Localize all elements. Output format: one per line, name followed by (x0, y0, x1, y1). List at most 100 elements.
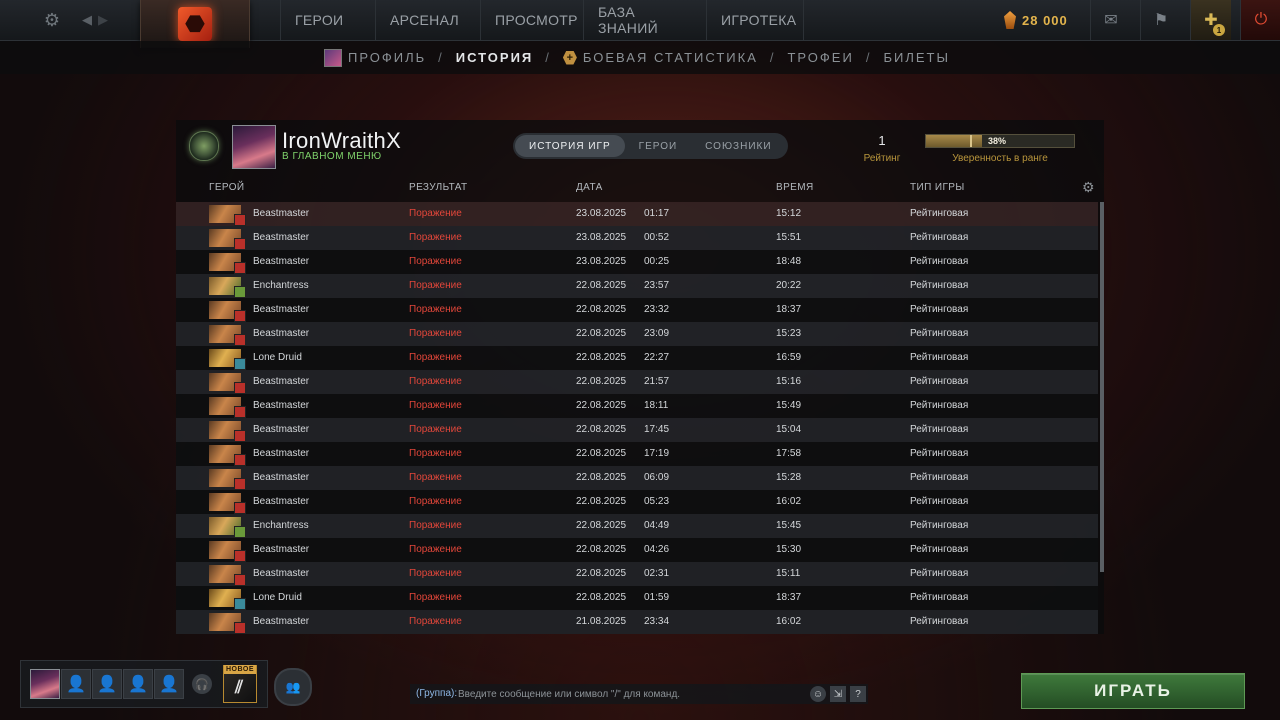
emoji-icon[interactable]: ☺ (810, 686, 826, 702)
hero-name: Beastmaster (253, 472, 310, 483)
help-button[interactable]: ? (850, 686, 866, 702)
dota-plus-icon: ⫽ (234, 677, 244, 697)
match-date: 22.08.2025 (576, 592, 627, 603)
hero-name: Enchantress (253, 520, 309, 531)
match-date: 22.08.2025 (576, 376, 627, 387)
table-row[interactable]: Beastmaster Поражение 22.08.2025 05:23 16:02… (176, 490, 1098, 514)
play-button[interactable]: ИГРАТЬ (1021, 673, 1245, 709)
match-result: Поражение (409, 424, 462, 435)
match-time: 02:31 (644, 568, 670, 579)
party-slot-empty[interactable]: 👤 (154, 669, 184, 699)
gear-icon[interactable]: ⚙ (1082, 179, 1095, 196)
table-row[interactable]: Beastmaster Поражение 23.08.2025 00:25 18:48… (176, 250, 1098, 274)
match-duration: 20:22 (776, 280, 802, 291)
role-badge-icon (234, 310, 246, 322)
table-row[interactable]: Beastmaster Поражение 22.08.2025 02:31 15:11… (176, 562, 1098, 586)
quest-button[interactable]: ✚ 1 (1190, 0, 1231, 40)
mail-icon[interactable]: ✉ (1090, 0, 1131, 40)
nav-arsenal[interactable]: АРСЕНАЛ (376, 0, 481, 40)
rank-medal-icon[interactable] (188, 126, 220, 166)
party-slot-empty[interactable]: 👤 (92, 669, 122, 699)
party-slot-self[interactable] (30, 669, 60, 699)
col-duration[interactable]: ВРЕМЯ (776, 182, 814, 193)
game-type: Рейтинговая (910, 256, 969, 267)
game-type: Рейтинговая (910, 304, 969, 315)
table-row[interactable]: Beastmaster Поражение 22.08.2025 17:45 15:04… (176, 418, 1098, 442)
subnav-trophies[interactable]: ТРОФЕИ (787, 50, 853, 65)
headset-icon[interactable]: 🎧 (192, 674, 212, 694)
rank-confidence-label: Уверенность в ранге (952, 153, 1048, 164)
table-row[interactable]: Enchantress Поражение 22.08.2025 04:49 15:45… (176, 514, 1098, 538)
table-row[interactable]: Beastmaster Поражение 22.08.2025 23:32 18:37… (176, 298, 1098, 322)
game-type: Рейтинговая (910, 280, 969, 291)
power-icon[interactable]: ⏻ (1240, 0, 1280, 40)
tab-heroes[interactable]: ГЕРОИ (625, 135, 692, 157)
hero-name: Beastmaster (253, 208, 310, 219)
match-date: 22.08.2025 (576, 544, 627, 555)
gear-icon[interactable]: ⚙ (40, 0, 64, 40)
hero-name: Beastmaster (253, 544, 310, 555)
avatar[interactable] (232, 125, 276, 169)
shard-icon (1004, 11, 1016, 29)
hero-name: Beastmaster (253, 616, 310, 627)
subnav-stats[interactable]: + БОЕВАЯ СТАТИСТИКА (562, 50, 758, 65)
col-hero[interactable]: ГЕРОЙ (209, 182, 245, 193)
col-game-type[interactable]: ТИП ИГРЫ (910, 182, 965, 193)
subnav-separator: / (865, 50, 872, 65)
game-type: Рейтинговая (910, 424, 969, 435)
expand-chat-icon[interactable]: ⇲ (830, 686, 846, 702)
avatar-icon (324, 48, 342, 67)
col-date[interactable]: ДАТА (576, 182, 603, 193)
friends-icon[interactable]: 👥 (274, 668, 312, 706)
table-row[interactable]: Beastmaster Поражение 22.08.2025 23:09 15:23… (176, 322, 1098, 346)
party-slot-empty[interactable]: 👤 (123, 669, 153, 699)
hero-portrait (209, 589, 246, 610)
table-row[interactable]: Lone Druid Поражение 22.08.2025 01:59 18:37 Р… (176, 586, 1098, 610)
subnav-history[interactable]: ИСТОРИЯ (456, 50, 534, 65)
hero-portrait (209, 493, 246, 514)
table-row[interactable]: Beastmaster Поражение 23.08.2025 01:17 15:12… (176, 202, 1098, 226)
match-time: 01:59 (644, 592, 670, 603)
table-row[interactable]: Enchantress Поражение 22.08.2025 23:57 20:22… (176, 274, 1098, 298)
armory-icon[interactable]: ⚑ (1140, 0, 1181, 40)
scrollbar[interactable] (1100, 202, 1104, 572)
table-row[interactable]: Lone Druid Поражение 22.08.2025 22:27 16:59 Р… (176, 346, 1098, 370)
table-row[interactable]: Beastmaster Поражение 22.08.2025 06:09 15:28… (176, 466, 1098, 490)
subnav-profile[interactable]: ПРОФИЛЬ (324, 48, 427, 67)
nav-learn[interactable]: БАЗА ЗНАНИЙ (584, 0, 707, 40)
table-row[interactable]: Beastmaster Поражение 21.08.2025 23:34 16:02… (176, 610, 1098, 634)
nav-arcade[interactable]: ИГРОТЕКА (707, 0, 804, 40)
table-row[interactable]: Beastmaster Поражение 23.08.2025 00:52 15:51… (176, 226, 1098, 250)
table-row[interactable]: Beastmaster Поражение 22.08.2025 18:11 15:49… (176, 394, 1098, 418)
subnav-tickets[interactable]: БИЛЕТЫ (883, 50, 950, 65)
match-duration: 16:02 (776, 496, 802, 507)
chat-channel[interactable]: (Группа): (416, 684, 457, 704)
match-duration: 17:58 (776, 448, 802, 459)
party-slot-empty[interactable]: 👤 (61, 669, 91, 699)
match-result: Поражение (409, 280, 462, 291)
table-row[interactable]: Beastmaster Поражение 22.08.2025 21:57 15:16… (176, 370, 1098, 394)
role-badge-icon (234, 598, 246, 610)
match-history-panel: IronWraithX В ГЛАВНОМ МЕНЮ ИСТОРИЯ ИГР Г… (176, 120, 1104, 634)
tab-match-history[interactable]: ИСТОРИЯ ИГР (515, 135, 625, 157)
col-result[interactable]: РЕЗУЛЬТАТ (409, 182, 468, 193)
table-row[interactable]: Beastmaster Поражение 22.08.2025 04:26 15:30… (176, 538, 1098, 562)
arrow-right-icon[interactable]: ▶ (94, 0, 112, 40)
tab-allies[interactable]: СОЮЗНИКИ (691, 135, 785, 157)
nav-heroes[interactable]: ГЕРОИ (280, 0, 376, 40)
subnav-history-label: ИСТОРИЯ (455, 50, 534, 65)
role-badge-icon (234, 478, 246, 490)
match-time: 00:25 (644, 256, 670, 267)
game-type: Рейтинговая (910, 520, 969, 531)
subnav-profile-label: ПРОФИЛЬ (348, 50, 427, 65)
hero-portrait (209, 613, 246, 634)
nav-watch[interactable]: ПРОСМОТР (481, 0, 584, 40)
hero-portrait (209, 565, 246, 586)
role-badge-icon (234, 406, 246, 418)
shards-balance[interactable]: 28 000 (1004, 0, 1068, 40)
chat-input[interactable] (458, 684, 808, 704)
match-time: 23:32 (644, 304, 670, 315)
match-duration: 18:37 (776, 592, 802, 603)
match-list: Beastmaster Поражение 23.08.2025 01:17 15:12… (176, 202, 1098, 634)
table-row[interactable]: Beastmaster Поражение 22.08.2025 17:19 17:58… (176, 442, 1098, 466)
